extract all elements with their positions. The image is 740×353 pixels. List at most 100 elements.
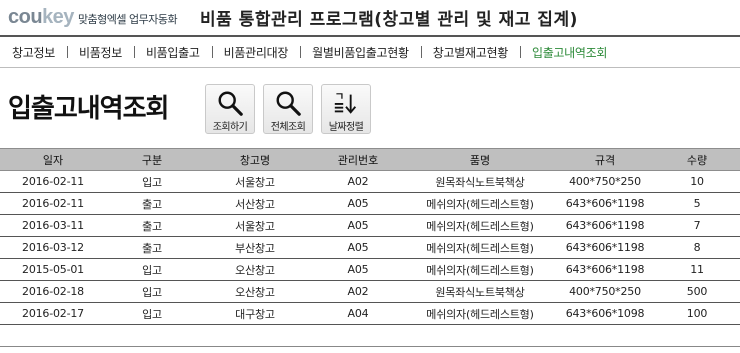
sort-ascending-icon: ㄱ (334, 91, 357, 114)
column-header-code: 관리번호 (312, 148, 404, 171)
cell-quantity: 11 (654, 258, 740, 281)
cell-date: 2016-02-18 (0, 280, 106, 303)
cell-type: 출고 (106, 192, 198, 215)
cell-type: 입고 (106, 280, 198, 303)
cell-warehouse: 부산창고 (198, 236, 312, 259)
table-row: 2016-03-11 출고 서울창고 A05 메쉬의자(헤드레스트형) 643*… (0, 214, 740, 237)
cell-empty (556, 324, 654, 347)
column-header-item: 품명 (404, 148, 556, 171)
cell-code: A05 (312, 192, 404, 215)
cell-item: 원목좌식노트북책상 (404, 170, 556, 193)
cell-code: A04 (312, 302, 404, 325)
nav-item-equipment-inout[interactable]: 비품입출고 (133, 44, 212, 61)
cell-quantity: 500 (654, 280, 740, 303)
inout-history-table: 일자 구분 창고명 관리번호 품명 규격 수량 2016-02-11 입고 서울… (0, 148, 740, 347)
cell-type: 출고 (106, 236, 198, 259)
cell-date: 2016-02-17 (0, 302, 106, 325)
cell-spec: 643*606*1198 (556, 258, 654, 281)
cell-quantity: 8 (654, 236, 740, 259)
table-row: 2015-05-01 입고 오산창고 A05 메쉬의자(헤드레스트형) 643*… (0, 258, 740, 281)
cell-item: 메쉬의자(헤드레스트형) (404, 192, 556, 215)
nav-item-equipment-ledger[interactable]: 비품관리대장 (211, 44, 300, 61)
cell-quantity: 5 (654, 192, 740, 215)
cell-warehouse: 서울창고 (198, 214, 312, 237)
cell-code: A02 (312, 280, 404, 303)
cell-empty (404, 324, 556, 347)
cell-code: A05 (312, 214, 404, 237)
table-row: 2016-02-17 입고 대구창고 A04 메쉬의자(헤드레스트형) 643*… (0, 302, 740, 325)
cell-type: 입고 (106, 302, 198, 325)
cell-code: A02 (312, 170, 404, 193)
page-title: 입출고내역조회 (8, 94, 169, 124)
logo-brand-a: cou (8, 6, 43, 28)
cell-date: 2016-02-11 (0, 192, 106, 215)
search-icon (276, 91, 301, 116)
logo-brand: coukey (8, 6, 74, 29)
cell-date: 2015-05-01 (0, 258, 106, 281)
table-row: 2016-02-11 출고 서산창고 A05 메쉬의자(헤드레스트형) 643*… (0, 192, 740, 215)
cell-spec: 643*606*1198 (556, 214, 654, 237)
cell-warehouse: 오산창고 (198, 258, 312, 281)
table-row-empty (0, 324, 740, 347)
cell-item: 메쉬의자(헤드레스트형) (404, 214, 556, 237)
cell-code: A05 (312, 258, 404, 281)
cell-quantity: 7 (654, 214, 740, 237)
nav-item-warehouse-info[interactable]: 창고정보 (0, 44, 67, 61)
cell-type: 입고 (106, 170, 198, 193)
table-row: 2016-02-11 입고 서울창고 A02 원목좌식노트북책상 400*750… (0, 170, 740, 193)
logo-subtitle: 맞춤형엑셀 업무자동화 (77, 13, 178, 26)
search-all-button-label: 전체조회 (270, 122, 306, 133)
column-header-date: 일자 (0, 148, 106, 171)
app-header: coukey 맞춤형엑셀 업무자동화 비품 통합관리 프로그램(창고별 관리 및… (0, 0, 740, 36)
nav-divider (0, 67, 740, 68)
column-header-quantity: 수량 (654, 148, 740, 171)
logo: coukey 맞춤형엑셀 업무자동화 (8, 6, 178, 29)
cell-type: 입고 (106, 258, 198, 281)
cell-empty (654, 324, 740, 347)
logo-brand-b: key (42, 6, 74, 28)
search-icon (218, 91, 243, 116)
sort-glyph: ㄱ (335, 91, 344, 103)
cell-code: A05 (312, 236, 404, 259)
search-button[interactable]: 조회하기 (205, 84, 255, 134)
cell-item: 메쉬의자(헤드레스트형) (404, 258, 556, 281)
cell-warehouse: 서울창고 (198, 170, 312, 193)
cell-date: 2016-03-11 (0, 214, 106, 237)
main-nav: 창고정보 비품정보 비품입출고 비품관리대장 월별비품입출고현황 창고별재고현황… (0, 37, 740, 67)
cell-spec: 643*606*1198 (556, 192, 654, 215)
nav-item-monthly-status[interactable]: 월별비품입출고현황 (300, 44, 421, 61)
cell-item: 메쉬의자(헤드레스트형) (404, 236, 556, 259)
column-header-spec: 규격 (556, 148, 654, 171)
table-row: 2016-02-18 입고 오산창고 A02 원목좌식노트북책상 400*750… (0, 280, 740, 303)
app-title: 비품 통합관리 프로그램(창고별 관리 및 재고 집계) (200, 10, 578, 30)
cell-quantity: 100 (654, 302, 740, 325)
cell-spec: 400*750*250 (556, 280, 654, 303)
cell-empty (312, 324, 404, 347)
nav-item-warehouse-stock[interactable]: 창고별재고현황 (420, 44, 520, 61)
nav-item-equipment-info[interactable]: 비품정보 (66, 44, 134, 61)
cell-spec: 643*606*1098 (556, 302, 654, 325)
sort-by-date-button-label: 날짜정렬 (328, 122, 364, 133)
cell-item: 메쉬의자(헤드레스트형) (404, 302, 556, 325)
cell-spec: 400*750*250 (556, 170, 654, 193)
cell-date: 2016-03-12 (0, 236, 106, 259)
cell-warehouse: 서산창고 (198, 192, 312, 215)
cell-date: 2016-02-11 (0, 170, 106, 193)
nav-item-inout-history[interactable]: 입출고내역조회 (519, 44, 619, 61)
cell-empty (106, 324, 198, 347)
cell-warehouse: 대구창고 (198, 302, 312, 325)
column-header-warehouse: 창고명 (198, 148, 312, 171)
cell-type: 출고 (106, 214, 198, 237)
cell-spec: 643*606*1198 (556, 236, 654, 259)
table-row: 2016-03-12 출고 부산창고 A05 메쉬의자(헤드레스트형) 643*… (0, 236, 740, 259)
cell-item: 원목좌식노트북책상 (404, 280, 556, 303)
cell-warehouse: 오산창고 (198, 280, 312, 303)
cell-quantity: 10 (654, 170, 740, 193)
search-button-label: 조회하기 (212, 122, 248, 133)
search-all-button[interactable]: 전체조회 (263, 84, 313, 134)
table-header-row: 일자 구분 창고명 관리번호 품명 규격 수량 (0, 148, 740, 171)
cell-empty (198, 324, 312, 347)
column-header-type: 구분 (106, 148, 198, 171)
cell-empty (0, 324, 106, 347)
sort-by-date-button[interactable]: ㄱ 날짜정렬 (321, 84, 371, 134)
